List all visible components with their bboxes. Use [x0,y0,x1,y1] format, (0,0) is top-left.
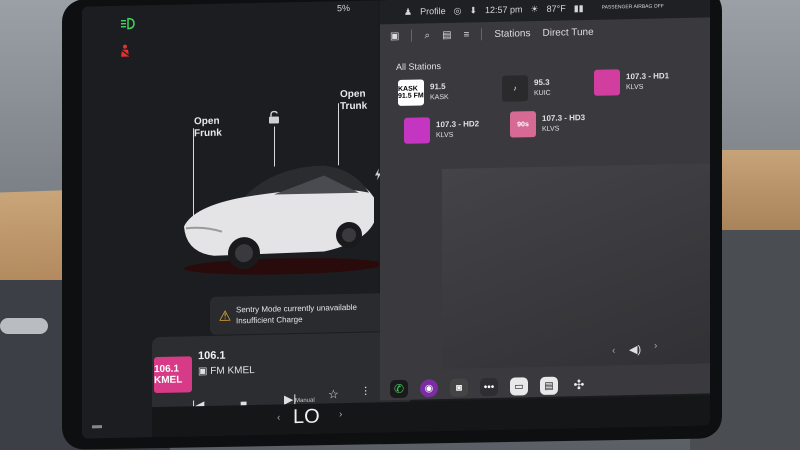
station-freq: 107.3 - HD1 [626,70,670,81]
temp-down-icon[interactable]: ‹ [277,412,280,423]
station-freq: 107.3 - HD2 [436,118,480,129]
radio-search-icon[interactable]: ⌕ [424,30,430,41]
phone-icon[interactable]: ✆ [390,379,408,399]
climate-control[interactable]: Manual LO ‹ › [277,389,347,430]
sentry-icon[interactable]: ◎ [454,5,462,16]
all-stations-heading: All Stations [396,61,442,72]
car-settings-icon[interactable]: ▬ [92,420,102,431]
screen-glare [442,163,710,370]
tab-stations[interactable]: Stations [494,28,530,40]
camera-icon[interactable]: ◙ [450,378,468,397]
divider [411,29,413,42]
battery-percent: 5% [337,2,351,14]
climate-temp: LO [293,405,320,429]
station-freq: 91.5 [430,81,446,91]
radio-icon: ▣ [198,365,211,378]
volume-down-icon[interactable]: ‹ [612,345,615,356]
media-frequency: 106.1 [198,349,226,363]
car-3d-model[interactable] [174,152,379,276]
station-logo-klvs-hd3: 90s [510,111,536,138]
station-call: KASK [430,93,449,101]
volume-icon[interactable]: ◀) [629,343,641,356]
headlights-icon[interactable] [120,17,136,30]
station-freq: 107.3 - HD3 [542,112,586,123]
front-defrost-icon[interactable]: ▭ [510,377,528,396]
equalizer-icon[interactable]: ⫶ [364,385,367,400]
temperature: 87°F [546,3,566,14]
unlock-icon[interactable] [268,110,280,126]
sun-icon: ☀ [530,3,539,14]
queue-icon[interactable]: ≡ [464,29,470,40]
station-call: KLVS [626,83,644,91]
station-call: KLVS [542,125,560,133]
station-tile[interactable]: KASK 91.5 FM 91.5 KASK [398,79,449,106]
station-logo-kask: KASK 91.5 FM [398,79,424,106]
car-panel: 5% Open Frunk Open Trunk ⚠ Sentry Mode c… [82,0,410,439]
station-logo-klvs-hd2 [404,117,430,144]
station-tile[interactable]: 90s 107.3 - HD3 KLVS [510,110,585,138]
rear-defrost-icon[interactable]: ▤ [540,376,558,395]
station-tile[interactable]: 107.3 - HD2 KLVS [404,116,479,144]
volume-up-icon[interactable]: › [654,341,657,352]
radio-source-icon[interactable]: ▣ [390,30,399,41]
media-station-label: FM KMEL [210,364,255,377]
clock: 12:57 pm [485,4,523,16]
station-logo-klvs-hd1 [594,69,620,96]
touchscreen: 5% Open Frunk Open Trunk ⚠ Sentry Mode c… [82,0,710,439]
sentry-alert: ⚠ Sentry Mode currently unavailable Insu… [210,293,392,335]
station-logo: 106.1 KMEL [154,356,192,394]
seatbelt-warning-icon [118,44,132,61]
lte-icon: ▮▮ [573,2,584,13]
climate-mode: Manual [295,397,315,405]
tab-direct-tune[interactable]: Direct Tune [543,26,594,38]
station-call: KLVS [436,131,454,139]
warning-icon: ⚠ [218,306,232,324]
download-icon: ⬇ [469,4,477,15]
station-tile[interactable]: 107.3 - HD1 KLVS [594,68,669,96]
open-trunk-button[interactable]: Open Trunk [340,88,380,113]
passenger-airbag-status: PASSENGER AIRBAG OFF [601,3,664,11]
open-frunk-button[interactable]: Open Frunk [194,115,234,140]
more-apps-icon[interactable]: ••• [480,377,498,397]
temp-up-icon[interactable]: › [339,409,342,420]
media-app-icon[interactable]: ◉ [420,379,438,398]
profile-icon[interactable]: ♟ [404,6,412,17]
fan-icon[interactable]: ✣ [570,376,588,394]
station-tile[interactable]: ♪ 95.3 KUIC [502,75,551,102]
media-station-name: ▣ FM KMEL [198,365,255,377]
alert-subtitle: Insufficient Charge [236,314,303,326]
divider [481,28,483,41]
station-logo-kuic: ♪ [502,75,528,102]
station-call: KUIC [534,89,551,97]
favorites-icon[interactable]: ▤ [442,29,451,40]
profile-button[interactable]: Profile [420,6,446,17]
station-freq: 95.3 [534,77,550,87]
steering-stalk [0,318,48,334]
